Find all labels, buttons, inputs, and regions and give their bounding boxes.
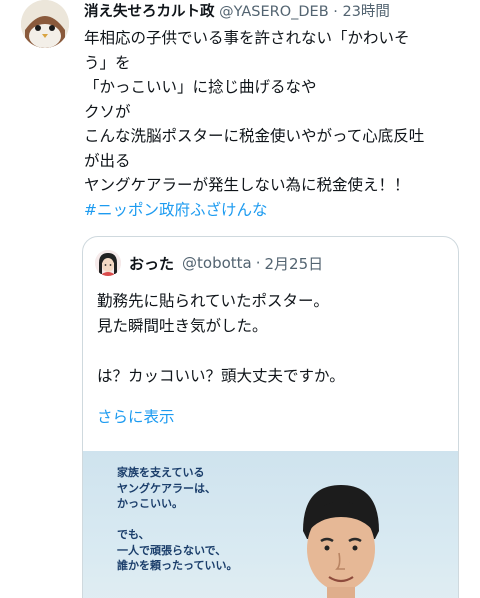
quoted-line: 見た瞬間吐き気がした。	[97, 317, 268, 335]
quoted-tweet-header: おった @tobotta · 2月25日	[95, 249, 323, 277]
quoted-user-handle[interactable]: @tobotta	[182, 254, 252, 272]
poster-line: ヤングケアラーは、	[117, 481, 216, 495]
poster-line: 家族を支えている	[117, 466, 205, 479]
tweet-timestamp[interactable]: 23時間	[342, 4, 389, 20]
tweet-line: が出る	[84, 151, 131, 170]
show-more-link[interactable]: さらに表示	[97, 405, 175, 430]
tweet-body: 年相応の子供でいる事を許されない「かわいそ う」を 「かっこいい」に捻じ曲げるな…	[84, 26, 464, 222]
poster-copy-text: 家族を支えている ヤングケアラーは、 かっこいい。 でも、 一人で頑張らないで、…	[117, 465, 237, 574]
quoted-line: 勤務先に貼られていたポスター。	[97, 292, 329, 310]
separator-dot: ·	[255, 254, 261, 272]
separator-dot: ·	[333, 4, 338, 20]
quoted-tweet-card[interactable]: おった @tobotta · 2月25日 勤務先に貼られていたポスター。 見た瞬…	[82, 236, 459, 598]
poster-person-illustration	[303, 485, 379, 598]
quoted-display-name[interactable]: おった	[129, 253, 174, 274]
user-avatar[interactable]	[21, 0, 69, 48]
poster-line: かっこいい。	[117, 497, 183, 510]
poster-line: 誰かを頼ったっていい。	[117, 559, 238, 572]
user-handle[interactable]: @YASERO_DEB	[219, 4, 329, 20]
poster-line: でも、	[117, 528, 150, 541]
tweet-line: ヤングケアラーが発生しない為に税金使え！！	[84, 176, 410, 194]
quoted-line: は？カッコいい？頭大丈夫ですか。	[97, 367, 345, 385]
quoted-user-avatar[interactable]	[95, 250, 121, 276]
quoted-tweet-body: 勤務先に貼られていたポスター。 見た瞬間吐き気がした。 は？カッコいい？頭大丈夫…	[97, 289, 447, 389]
poster-image[interactable]: 家族を支えている ヤングケアラーは、 かっこいい。 でも、 一人で頑張らないで、…	[83, 451, 458, 598]
quoted-tweet-date[interactable]: 2月25日	[265, 253, 324, 274]
tweet-line: う」を	[84, 53, 131, 72]
tweet-line: こんな洗脳ポスターに税金使いやがって心底反吐	[84, 127, 425, 145]
hashtag-link[interactable]: #ニッポン政府ふざけんな	[84, 198, 464, 223]
tweet-line: 年相応の子供でいる事を許されない「かわいそ	[84, 29, 410, 47]
tweet-header: 消え失せろカルト政 @YASERO_DEB · 23時間	[84, 2, 476, 22]
tweet-line: 「かっこいい」に捻じ曲げるなや	[84, 78, 317, 96]
tweet-line: クソが	[84, 102, 131, 121]
display-name[interactable]: 消え失せろカルト政	[84, 4, 215, 20]
quoted-line	[97, 339, 447, 364]
poster-line: 一人で頑張らないで、	[117, 543, 227, 557]
poster-line	[117, 512, 237, 528]
